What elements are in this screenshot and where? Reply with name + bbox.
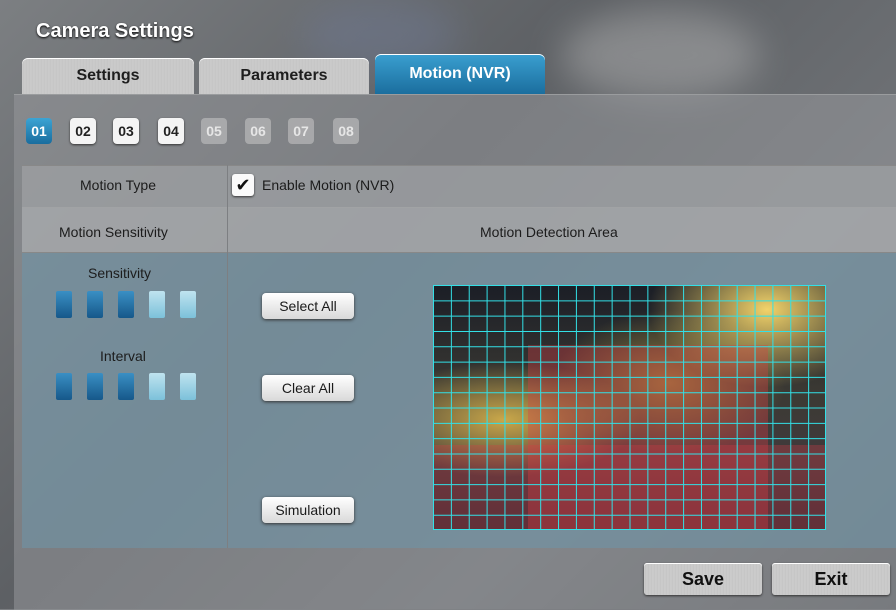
sensitivity-level-5[interactable] [180, 291, 196, 318]
sensitivity-level-3[interactable] [118, 291, 134, 318]
motion-detection-grid[interactable] [433, 285, 826, 530]
camera-button-08: 08 [333, 118, 359, 144]
interval-level-5[interactable] [180, 373, 196, 400]
camera-button-02[interactable]: 02 [70, 118, 96, 144]
enable-motion-label: Enable Motion (NVR) [262, 177, 395, 193]
save-button[interactable]: Save [644, 563, 762, 595]
enable-motion-checkbox[interactable]: ✔ [232, 174, 254, 196]
interval-level-3[interactable] [118, 373, 134, 400]
select-all-button[interactable]: Select All [262, 293, 354, 319]
background-blur [560, 10, 760, 100]
camera-button-04[interactable]: 04 [158, 118, 184, 144]
motion-detection-area-header: Motion Detection Area [480, 224, 618, 240]
camera-button-03[interactable]: 03 [113, 118, 139, 144]
grid-lines [433, 285, 826, 530]
camera-button-05: 05 [201, 118, 227, 144]
sensitivity-label: Sensitivity [88, 265, 152, 281]
motion-sensitivity-header: Motion Sensitivity [59, 224, 168, 240]
sensitivity-level-1[interactable] [56, 291, 72, 318]
sensitivity-level-4[interactable] [149, 291, 165, 318]
camera-button-07: 07 [288, 118, 314, 144]
exit-button[interactable]: Exit [772, 563, 890, 595]
window-title: Camera Settings [36, 20, 194, 42]
interval-level-1[interactable] [56, 373, 72, 400]
simulation-button[interactable]: Simulation [262, 497, 354, 523]
clear-all-button[interactable]: Clear All [262, 375, 354, 401]
tab-parameters[interactable]: Parameters [199, 58, 369, 94]
tab-motion-nvr[interactable]: Motion (NVR) [375, 54, 545, 94]
interval-label: Interval [100, 348, 146, 364]
check-icon: ✔ [235, 174, 251, 195]
camera-button-06: 06 [245, 118, 271, 144]
tab-settings[interactable]: Settings [22, 58, 194, 94]
column-divider [227, 165, 228, 548]
motion-type-label: Motion Type [80, 177, 157, 193]
interval-level-4[interactable] [149, 373, 165, 400]
interval-level-2[interactable] [87, 373, 103, 400]
sensitivity-level-2[interactable] [87, 291, 103, 318]
camera-button-01[interactable]: 01 [26, 118, 52, 144]
